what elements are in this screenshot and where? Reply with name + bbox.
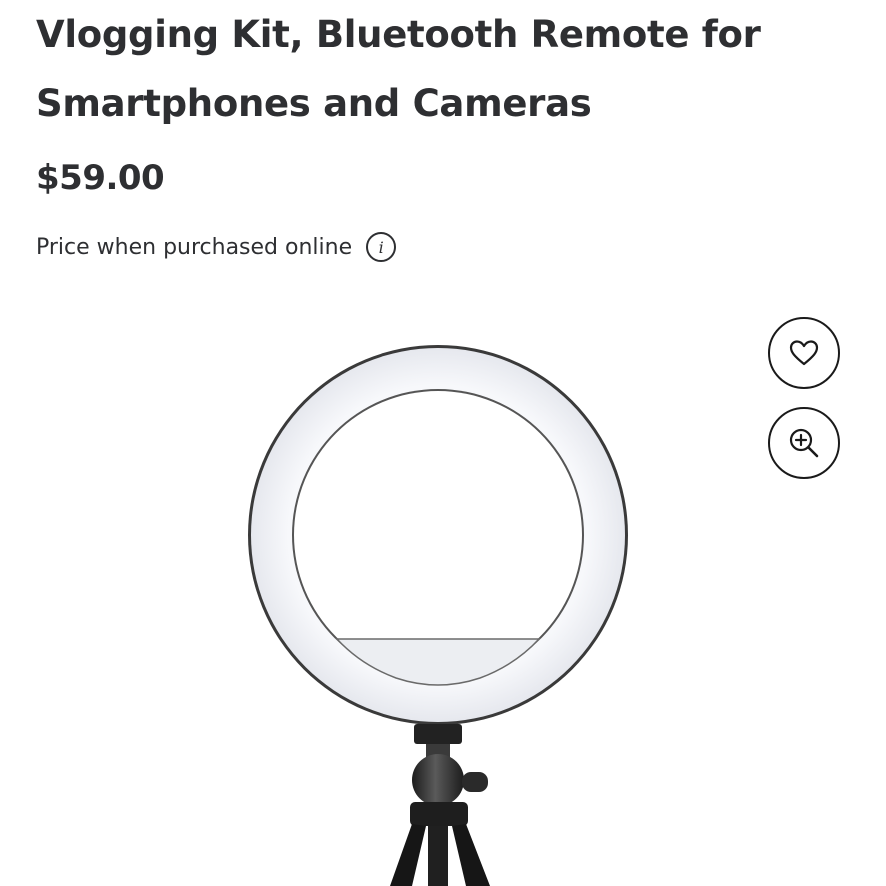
tripod-leg-center [428,826,448,886]
product-price: $59.00 [36,158,165,198]
tripod-leg-left [390,824,426,886]
price-note-text: Price when purchased online [36,234,353,260]
info-icon[interactable]: i [366,232,397,262]
zoom-in-icon [789,428,819,458]
ring-light-opening [294,391,582,679]
product-title-line-2: Smartphones and Cameras [36,82,592,125]
ball-head-base [410,802,468,826]
price-note-row: Price when purchased online i [36,230,397,264]
favorite-button[interactable] [768,317,840,389]
ball-head [412,754,464,806]
product-title-line-1: Vlogging Kit, Bluetooth Remote for [36,13,761,56]
ring-mount [414,724,462,744]
product-image[interactable] [240,340,640,886]
zoom-button[interactable] [768,407,840,479]
product-title: Vlogging Kit, Bluetooth Remote for Smart… [36,0,836,138]
ball-head-knob [462,772,488,792]
heart-icon [789,340,819,366]
tripod-leg-right [452,824,490,886]
